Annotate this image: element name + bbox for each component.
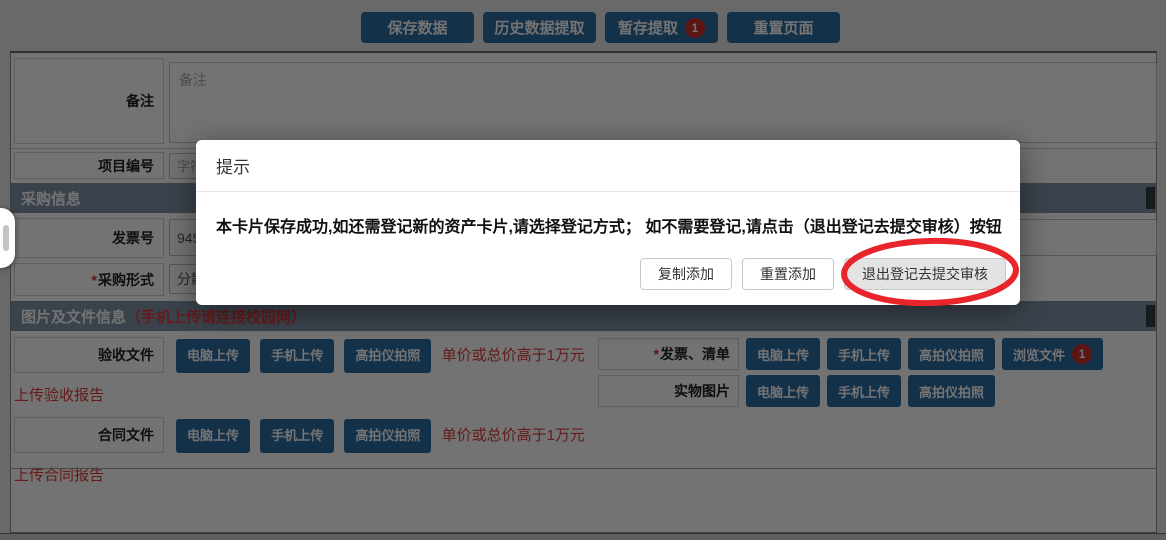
- exit-and-submit-button[interactable]: 退出登记去提交审核: [844, 258, 1006, 290]
- prompt-dialog: 提示 本卡片保存成功,如还需登记新的资产卡片,请选择登记方式； 如不需要登记,请…: [196, 140, 1020, 305]
- dialog-header: 提示: [196, 140, 1020, 192]
- dialog-title: 提示: [216, 153, 250, 178]
- side-drawer-handle[interactable]: [0, 208, 15, 268]
- dialog-footer: 复制添加 重置添加 退出登记去提交审核: [640, 258, 1006, 290]
- dialog-message: 本卡片保存成功,如还需登记新的资产卡片,请选择登记方式； 如不需要登记,请点击（…: [196, 192, 1020, 237]
- drawer-grip-icon: [3, 225, 9, 251]
- asset-registration-page: 保存数据 历史数据提取 暂存提取 1 重置页面 备注 项目编号 采购信息 发票号: [0, 0, 1166, 540]
- copy-add-button[interactable]: 复制添加: [640, 258, 732, 290]
- reset-add-button[interactable]: 重置添加: [742, 258, 834, 290]
